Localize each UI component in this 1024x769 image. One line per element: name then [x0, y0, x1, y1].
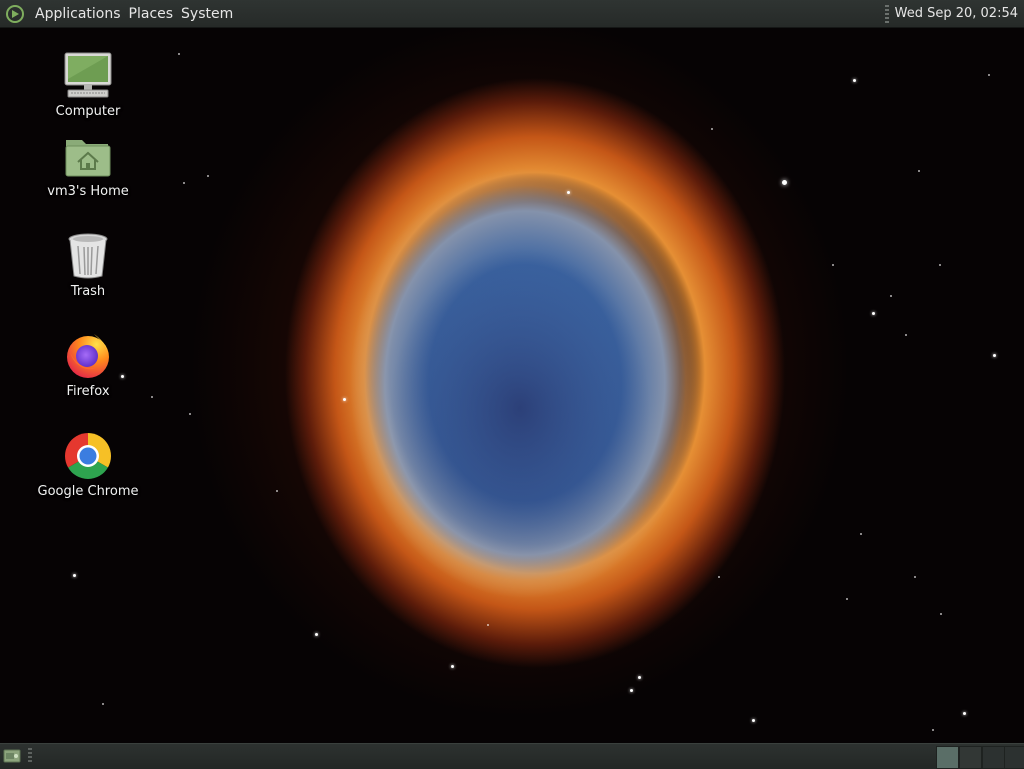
firefox-icon: [62, 330, 114, 382]
workspace-1[interactable]: [936, 746, 959, 769]
desktop-icon-firefox[interactable]: Firefox: [28, 330, 148, 399]
star: [752, 719, 755, 722]
workspace-4[interactable]: [1004, 746, 1024, 769]
desktop-icon-computer[interactable]: Computer: [28, 50, 148, 119]
workspace-2[interactable]: [959, 746, 982, 769]
star: [860, 533, 862, 535]
star: [73, 574, 76, 577]
star: [178, 53, 180, 55]
star: [939, 264, 941, 266]
star: [940, 613, 942, 615]
menu-system[interactable]: System: [177, 6, 237, 22]
star: [630, 689, 633, 692]
star: [343, 398, 346, 401]
firefox-label: Firefox: [66, 384, 110, 399]
computer-icon: [62, 50, 114, 102]
star: [853, 79, 856, 82]
home-folder-icon: [62, 130, 114, 182]
star: [315, 633, 318, 636]
top-panel: Applications Places System Wed Sep 20, 0…: [0, 0, 1024, 28]
menu-places[interactable]: Places: [125, 6, 178, 22]
star: [638, 676, 641, 679]
star: [189, 413, 191, 415]
star: [782, 180, 787, 185]
star: [102, 703, 104, 705]
star: [905, 334, 907, 336]
workspace-3[interactable]: [982, 746, 1005, 769]
chrome-label: Google Chrome: [37, 484, 139, 499]
star: [890, 295, 892, 297]
desktop-icon-trash[interactable]: Trash: [28, 230, 148, 299]
menu-applications[interactable]: Applications: [31, 6, 125, 22]
bottom-panel-drag-handle[interactable]: [28, 748, 32, 764]
star: [183, 182, 185, 184]
star: [993, 354, 996, 357]
desktop-icon-chrome[interactable]: Google Chrome: [28, 430, 148, 499]
star: [914, 576, 916, 578]
star: [151, 396, 153, 398]
computer-label: Computer: [55, 104, 121, 119]
home-label: vm3's Home: [47, 184, 129, 199]
desktop-icon-home[interactable]: vm3's Home: [28, 130, 148, 199]
star: [567, 191, 570, 194]
star: [832, 264, 834, 266]
star: [711, 128, 713, 130]
desktop-wallpaper[interactable]: [0, 28, 1024, 743]
chrome-icon: [62, 430, 114, 482]
star: [988, 74, 990, 76]
bottom-panel: [0, 743, 1024, 769]
star: [487, 624, 489, 626]
star: [846, 598, 848, 600]
star: [207, 175, 209, 177]
star: [451, 665, 454, 668]
star: [932, 729, 934, 731]
clock[interactable]: Wed Sep 20, 02:54: [895, 6, 1018, 21]
star: [872, 312, 875, 315]
star: [276, 490, 278, 492]
star: [963, 712, 966, 715]
trash-label: Trash: [70, 284, 106, 299]
trash-icon: [62, 230, 114, 282]
main-menu-logo-icon[interactable]: [5, 4, 25, 24]
show-desktop-icon[interactable]: [3, 748, 21, 764]
star: [918, 170, 920, 172]
panel-drag-handle[interactable]: [884, 4, 889, 23]
star: [718, 576, 720, 578]
